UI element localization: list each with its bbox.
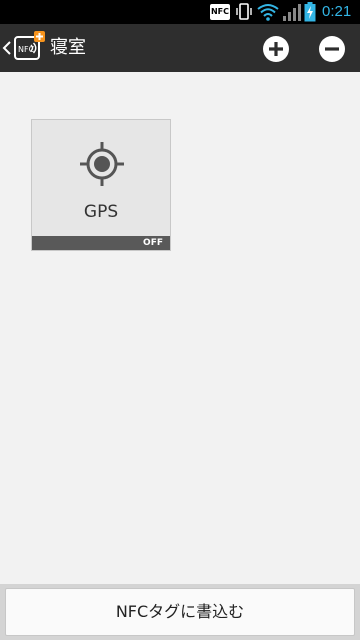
status-bar: NFC 0:21 [0,0,360,24]
signal-icon [283,4,301,21]
tile-status-text: OFF [143,238,163,248]
nfc-icon: NFC [210,4,230,20]
add-button[interactable] [263,36,289,62]
vibrate-icon [236,3,252,20]
plus-icon [269,42,283,56]
bottom-bar: NFCタグに書込む [0,584,360,640]
tile-label: GPS [83,202,119,222]
minus-icon [325,47,339,51]
nfc-app-logo-icon: NFC [14,31,45,60]
gps-tile[interactable]: GPS OFF [31,119,171,251]
wifi-icon [257,4,279,21]
gps-icon [80,142,124,186]
clock: 0:21 [322,3,352,20]
back-caret-icon [2,41,11,55]
remove-button[interactable] [319,36,345,62]
tile-status-bar: OFF [32,236,170,250]
action-bar: NFC 寝室 [0,24,360,72]
page-title: 寝室 [50,37,86,58]
write-nfc-tag-button[interactable]: NFCタグに書込む [5,588,355,636]
battery-charging-icon [304,2,316,22]
